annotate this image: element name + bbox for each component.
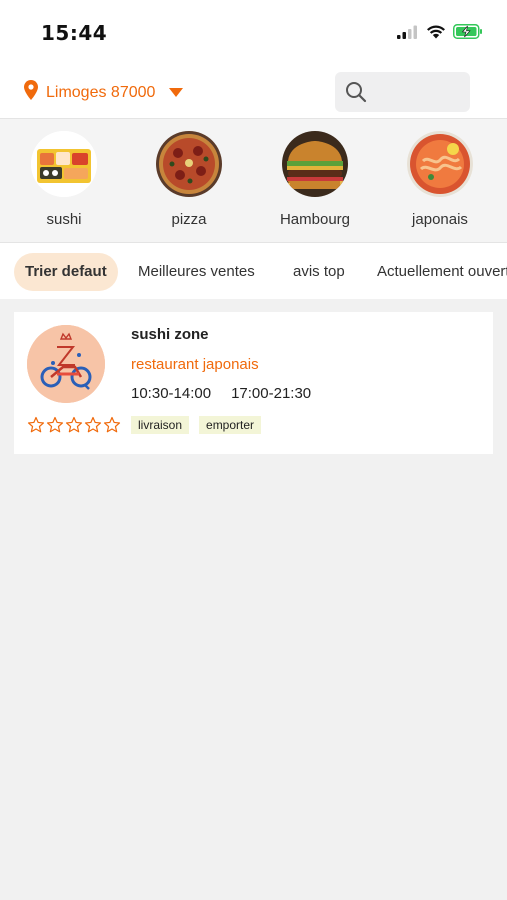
location-pin-icon [24, 80, 38, 105]
category-row: sushi pizza Hambourg japonais [0, 119, 507, 242]
restaurant-tags: livraison emporter [131, 416, 262, 434]
hours-dinner: 17:00-21:30 [231, 385, 312, 402]
status-bar: 15:44 [0, 0, 507, 62]
sort-bar: Trier defaut Meilleures ventes avis top … [0, 243, 507, 299]
restaurant-logo [27, 325, 105, 403]
header-row: Limoges 87000 [0, 62, 507, 118]
restaurant-name: sushi zone [131, 326, 209, 343]
category-sushi[interactable]: sushi [19, 131, 109, 228]
star-outline-icon [84, 416, 102, 439]
sushi-image [31, 131, 97, 197]
restaurant-card[interactable]: sushi zone restaurant japonais 10:30-14:… [14, 312, 493, 454]
star-outline-icon [27, 416, 45, 439]
star-outline-icon [103, 416, 121, 439]
rating-stars [27, 416, 121, 439]
star-outline-icon [46, 416, 64, 439]
status-icons [397, 24, 483, 44]
category-label: sushi [46, 211, 82, 228]
burger-image [282, 131, 348, 197]
restaurant-type: restaurant japonais [131, 356, 259, 373]
category-pizza[interactable]: pizza [144, 131, 234, 228]
sort-option-default[interactable]: Trier defaut [14, 253, 118, 291]
category-japonais[interactable]: japonais [395, 131, 485, 228]
location-selector[interactable]: Limoges 87000 [24, 80, 184, 105]
chevron-down-icon [169, 84, 184, 102]
star-outline-icon [65, 416, 83, 439]
sort-option-best-sellers[interactable]: Meilleures ventes [138, 253, 255, 291]
location-label: Limoges 87000 [46, 83, 156, 101]
search-input[interactable] [373, 78, 463, 106]
search-box[interactable] [335, 72, 470, 112]
category-label: pizza [171, 211, 207, 228]
opening-hours: 10:30-14:00 17:00-21:30 [131, 385, 311, 402]
sort-option-top-reviews[interactable]: avis top [293, 253, 345, 291]
tag-delivery: livraison [131, 416, 190, 434]
sort-option-open-now[interactable]: Actuellement ouvert [377, 253, 507, 291]
battery-charging-icon [453, 24, 483, 44]
hours-lunch: 10:30-14:00 [131, 385, 212, 402]
category-label: japonais [412, 211, 468, 228]
wifi-icon [426, 24, 446, 44]
category-label: Hambourg [279, 211, 351, 228]
category-hambourg[interactable]: Hambourg [270, 131, 360, 228]
cellular-signal-icon [397, 25, 419, 44]
top-area: 15:44 Limoges 87000 [0, 0, 507, 118]
pizza-image [156, 131, 222, 197]
japanese-dish-image [407, 131, 473, 197]
tag-takeaway: emporter [199, 416, 262, 434]
search-icon [345, 81, 367, 108]
status-time: 15:44 [41, 21, 108, 45]
